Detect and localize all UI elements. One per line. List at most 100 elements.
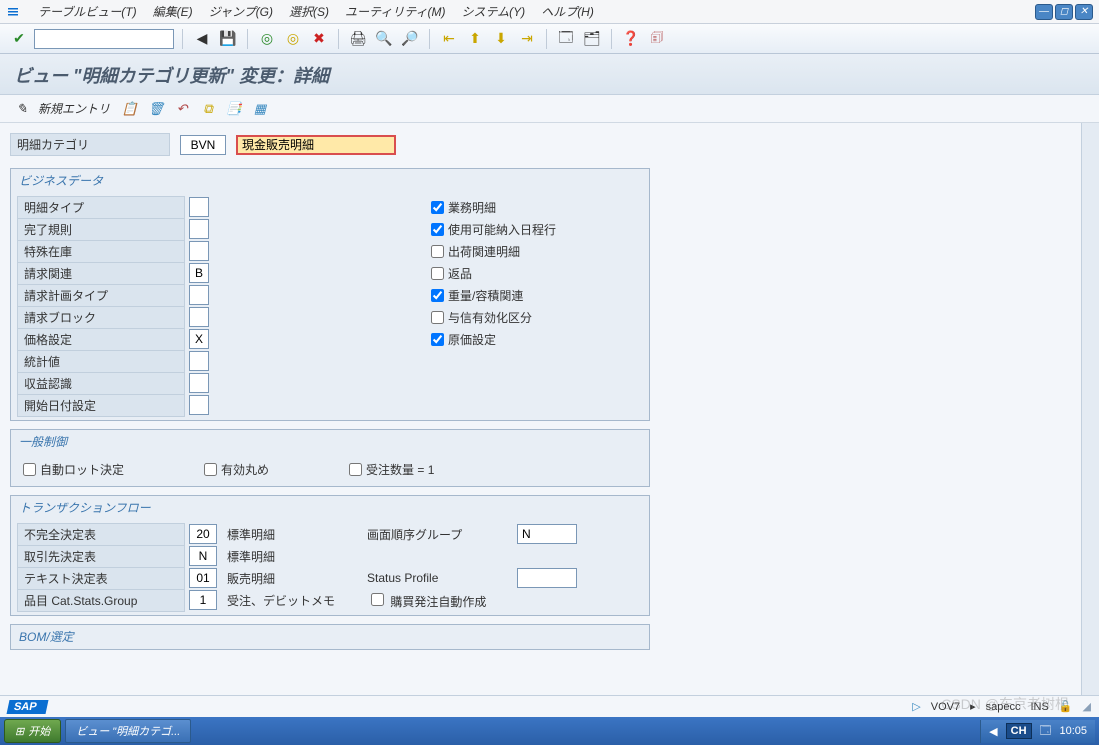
first-page-icon[interactable]: ⇤: [438, 28, 460, 50]
exit-icon[interactable]: ◎: [256, 28, 278, 50]
tf-input-2[interactable]: [189, 568, 217, 588]
menu-jump[interactable]: ジャンプ(G): [201, 1, 281, 22]
bus-right-label-6: 原価設定: [448, 331, 496, 348]
bus-right-cbx-3[interactable]: [431, 267, 444, 280]
undo-icon[interactable]: ↶: [172, 99, 192, 119]
find-next-icon[interactable]: 🔎: [399, 28, 421, 50]
ime-indicator[interactable]: CH: [1006, 723, 1032, 739]
bus-right-cbx-0[interactable]: [431, 201, 444, 214]
back-icon[interactable]: ◀: [191, 28, 213, 50]
bus-left-label-0: 明細タイプ: [17, 196, 185, 219]
item-category-desc[interactable]: [236, 135, 396, 155]
system-menu-icon[interactable]: [4, 3, 22, 21]
bus-left-input-1[interactable]: [189, 219, 209, 239]
stop-icon[interactable]: ✖: [308, 28, 330, 50]
gen-cbx-2[interactable]: [349, 463, 362, 476]
gen-label-2: 受注数量 = 1: [366, 461, 434, 478]
menu-select[interactable]: 選択(S): [281, 1, 337, 22]
bus-left-input-4[interactable]: [189, 285, 209, 305]
bus-left-label-1: 完了規則: [17, 218, 185, 241]
print-icon[interactable]: 🖨: [347, 28, 369, 50]
start-button[interactable]: ⊞ 开始: [4, 719, 61, 743]
tf-rinput-2[interactable]: [517, 568, 577, 588]
toggle-icon[interactable]: ✎: [12, 99, 32, 119]
bus-right-label-0: 業務明細: [448, 199, 496, 216]
vertical-scrollbar[interactable]: [1081, 123, 1099, 695]
status-tcode: VOV7: [931, 701, 960, 713]
tf-rcbx-3[interactable]: [371, 593, 384, 606]
tf-mid-1: 標準明細: [217, 548, 357, 565]
tf-rlabel-0: 画面順序グループ: [357, 526, 517, 543]
command-field[interactable]: [34, 29, 174, 49]
nav-triangle-icon[interactable]: ▷: [912, 700, 920, 713]
tf-label-2: テキスト決定表: [17, 567, 185, 590]
save-icon[interactable]: 💾: [217, 28, 239, 50]
tray-arrow-icon[interactable]: ◀: [989, 725, 997, 738]
select-icon[interactable]: ⧉: [198, 99, 218, 119]
item-category-label: 明細カテゴリ: [10, 133, 170, 156]
field-select-icon[interactable]: 📑: [224, 99, 244, 119]
maximize-button[interactable]: ◻: [1055, 4, 1073, 20]
gen-label-0: 自動ロット決定: [40, 461, 124, 478]
bus-right-cbx-5[interactable]: [431, 311, 444, 324]
next-page-icon[interactable]: ⬇: [490, 28, 512, 50]
bus-left-input-8[interactable]: [189, 373, 209, 393]
bus-left-label-9: 開始日付設定: [17, 394, 185, 417]
bus-left-label-6: 価格設定: [17, 328, 185, 351]
group-general-title: 一般制御: [11, 430, 649, 453]
bus-right-cbx-6[interactable]: [431, 333, 444, 346]
menu-utility[interactable]: ユーティリティ(M): [337, 1, 454, 22]
bus-left-input-7[interactable]: [189, 351, 209, 371]
menu-system[interactable]: システム(Y): [454, 1, 534, 22]
new-session-icon[interactable]: 🗔: [555, 28, 577, 50]
enter-icon[interactable]: ✔: [8, 28, 30, 50]
customize-icon[interactable]: 🗊: [646, 28, 668, 50]
last-page-icon[interactable]: ⇥: [516, 28, 538, 50]
close-button[interactable]: ✕: [1075, 4, 1093, 20]
taskbar-app[interactable]: ビュー "明細カテゴ...: [65, 719, 191, 743]
copy-icon[interactable]: 📋: [120, 99, 140, 119]
bus-right-cbx-4[interactable]: [431, 289, 444, 302]
cancel-icon[interactable]: ◎: [282, 28, 304, 50]
tf-mid-0: 標準明細: [217, 526, 357, 543]
item-category-code[interactable]: [180, 135, 226, 155]
gen-cbx-0[interactable]: [23, 463, 36, 476]
status-mode: INS: [1030, 701, 1048, 713]
help-icon[interactable]: ❓: [620, 28, 642, 50]
new-entry-label[interactable]: 新規エントリ: [38, 100, 110, 117]
status-end-icon[interactable]: 🔓: [1059, 700, 1073, 713]
tf-input-1[interactable]: [189, 546, 217, 566]
group-business-data: ビジネスデータ 明細タイプ完了規則特殊在庫請求関連請求計画タイプ請求ブロック価格…: [10, 168, 650, 421]
find-icon[interactable]: 🔍: [373, 28, 395, 50]
bus-left-label-4: 請求計画タイプ: [17, 284, 185, 307]
window-controls: — ◻ ✕: [1035, 4, 1093, 20]
menu-help[interactable]: ヘルプ(H): [533, 1, 602, 22]
bus-right-cbx-1[interactable]: [431, 223, 444, 236]
bus-left-input-6[interactable]: [189, 329, 209, 349]
group-general-control: 一般制御 自動ロット決定有効丸め受注数量 = 1: [10, 429, 650, 487]
tf-input-3[interactable]: [189, 590, 217, 610]
status-separator: ▸: [970, 700, 976, 713]
table-view-icon[interactable]: ▦: [250, 99, 270, 119]
gen-cbx-1[interactable]: [204, 463, 217, 476]
resize-grip-icon[interactable]: ◢: [1083, 700, 1091, 713]
bus-right-cbx-2[interactable]: [431, 245, 444, 258]
bus-left-input-2[interactable]: [189, 241, 209, 261]
prev-page-icon[interactable]: ⬆: [464, 28, 486, 50]
tf-rinput-0[interactable]: [517, 524, 577, 544]
layout-icon[interactable]: 🗂: [581, 28, 603, 50]
delete-icon[interactable]: 🗑: [146, 99, 166, 119]
group-bom: BOM/選定: [10, 624, 650, 650]
bus-left-input-0[interactable]: [189, 197, 209, 217]
menu-edit[interactable]: 編集(E): [145, 1, 201, 22]
bus-left-input-3[interactable]: [189, 263, 209, 283]
bus-left-input-9[interactable]: [189, 395, 209, 415]
menu-table-view[interactable]: テーブルビュー(T): [30, 1, 145, 22]
tf-input-0[interactable]: [189, 524, 217, 544]
status-bar: SAP ▷ VOV7 ▸ sapecc INS 🔓 ◢: [0, 695, 1099, 717]
bus-left-input-5[interactable]: [189, 307, 209, 327]
start-label: 开始: [28, 723, 50, 739]
minimize-button[interactable]: —: [1035, 4, 1053, 20]
tray-icon[interactable]: 🗔: [1040, 722, 1052, 741]
tf-mid-3: 受注、デビットメモ: [217, 592, 357, 609]
